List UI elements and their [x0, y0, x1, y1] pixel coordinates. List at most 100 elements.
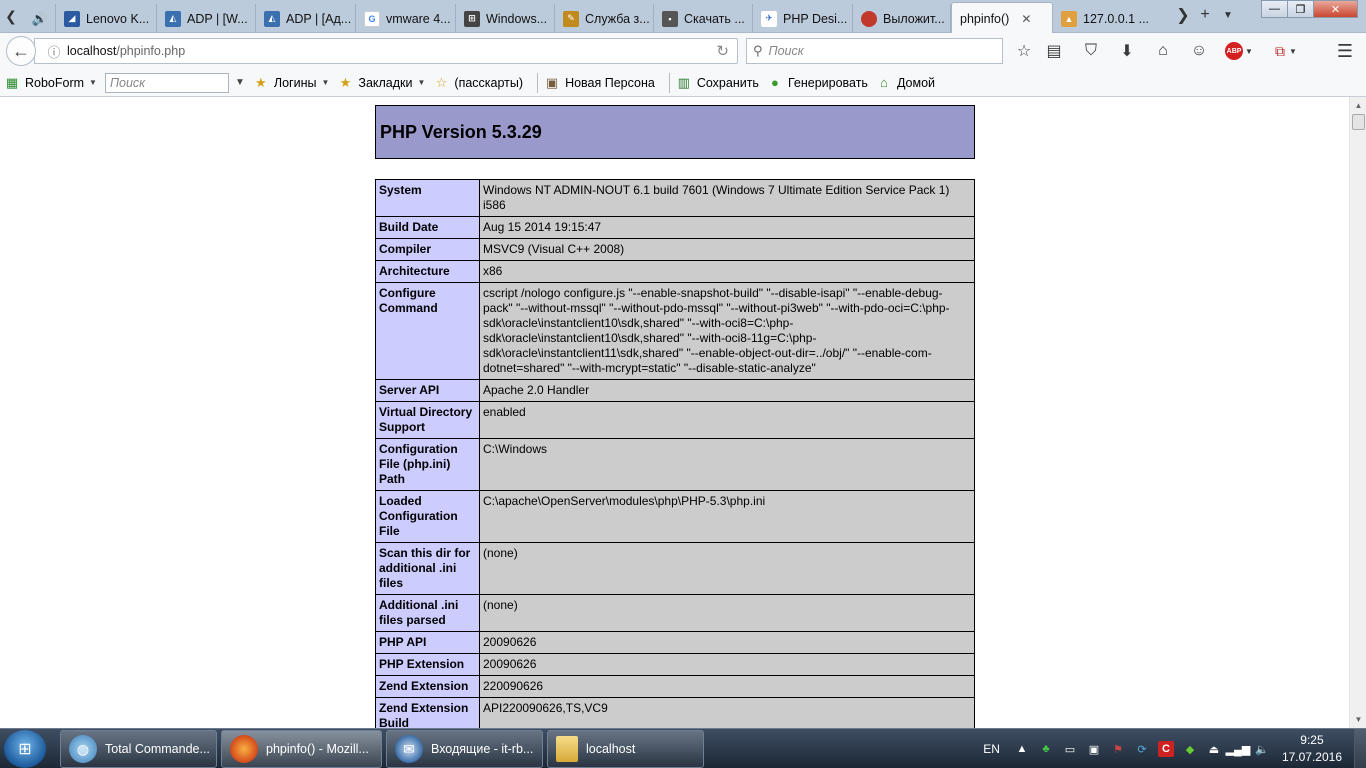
antivirus-icon[interactable]: C — [1157, 741, 1174, 757]
php-version-title: PHP Version 5.3.29 — [380, 121, 542, 142]
tab-upload[interactable]: Выложит... — [853, 4, 951, 33]
separator — [668, 72, 670, 93]
tab-scroll-right-button[interactable]: ❯ — [1172, 4, 1194, 26]
new-persona-label: Новая Персона — [565, 75, 655, 90]
phpinfo-key: Zend Extension Build — [375, 697, 480, 728]
clock[interactable]: 9:25 17.07.2016 — [1282, 732, 1342, 766]
lenovo-icon: ◢ — [64, 10, 80, 27]
usb-device-icon[interactable]: ⏏ — [1206, 741, 1222, 757]
navigation-toolbar: ⓘ localhost/phpinfo.php ↻ ← ⚲ Поиск ☆ ▤ … — [0, 33, 1366, 69]
printer-icon[interactable]: ▣ — [1086, 741, 1102, 757]
tab-download[interactable]: ▪ Скачать ... — [654, 4, 753, 33]
phpinfo-value: Windows NT ADMIN-NOUT 6.1 build 7601 (Wi… — [479, 179, 975, 217]
save-button[interactable]: ▥ Сохранить — [676, 75, 759, 91]
logins-menu[interactable]: ★ Логины ▼ — [253, 75, 329, 91]
taskbar-item-total-commander[interactable]: ◍ Total Commande... — [60, 730, 217, 768]
page-viewport: PHP Version 5.3.29 System Windows NT ADMI… — [0, 97, 1349, 728]
phpinfo-key: System — [375, 179, 480, 217]
roboform-search-input[interactable]: Поиск — [104, 72, 229, 93]
taskbar-item-folder[interactable]: localhost — [547, 730, 704, 768]
monitor-icon[interactable]: ▭ — [1062, 741, 1078, 757]
folder-icon — [556, 736, 578, 762]
language-indicator[interactable]: EN — [983, 742, 1000, 756]
scroll-up-arrow-icon[interactable]: ▲ — [1350, 97, 1366, 114]
close-window-button[interactable]: ✕ — [1313, 0, 1358, 18]
scroll-down-arrow-icon[interactable]: ▼ — [1350, 711, 1366, 728]
network-agent-icon[interactable]: ♣ — [1038, 741, 1054, 757]
scroll-thumb[interactable] — [1352, 114, 1365, 130]
tab-audio[interactable]: 🔊 — [26, 4, 56, 33]
roboform-label: RoboForm — [25, 75, 85, 90]
thunderbird-icon: ✉ — [395, 735, 423, 763]
downloads-icon[interactable]: ⬇ — [1116, 41, 1138, 61]
adp-icon: ◭ — [165, 10, 181, 27]
tab-label: Скачать ... — [684, 11, 745, 26]
page-scrollbar[interactable]: ▲ ▼ — [1349, 97, 1366, 728]
tab-adp-1[interactable]: ◭ ADP | [W... — [157, 4, 256, 33]
generate-button[interactable]: ● Генерировать — [767, 75, 868, 91]
phpinfo-value: x86 — [479, 260, 975, 283]
roboform-search-dropdown[interactable]: ▼ — [235, 77, 245, 88]
reading-list-icon[interactable]: ▤ — [1043, 41, 1065, 61]
passcards-menu[interactable]: ☆ (пасскарты) — [433, 75, 523, 91]
maximize-button[interactable]: ❐ — [1287, 0, 1314, 18]
tab-label: Windows... — [486, 11, 548, 26]
phpinfo-value: Aug 15 2014 19:15:47 — [479, 216, 975, 239]
pocket-icon[interactable]: ⛉ — [1080, 41, 1102, 61]
taskbar-item-thunderbird[interactable]: ✉ Входящие - it-rb... — [386, 730, 543, 768]
show-desktop-button[interactable] — [1354, 729, 1366, 768]
phpinfo-key: Virtual Directory Support — [375, 401, 480, 439]
speaker-icon: 🔊 — [31, 10, 49, 26]
total-commander-icon: ◍ — [69, 735, 97, 763]
minimize-button[interactable]: — — [1261, 0, 1288, 18]
sync-icon[interactable]: ⟳ — [1134, 741, 1150, 757]
start-button[interactable]: ⊞ — [4, 730, 46, 768]
tab-label: Выложит... — [883, 11, 945, 26]
adp-icon: ◭ — [264, 10, 280, 27]
firefox-icon — [230, 735, 258, 763]
new-persona-button[interactable]: ▣ Новая Персона — [544, 75, 655, 91]
roboform-menu[interactable]: ▦ RoboForm ▼ — [4, 75, 97, 91]
tab-phpinfo[interactable]: phpinfo() ✕ — [951, 2, 1053, 34]
home-icon[interactable]: ⌂ — [1152, 41, 1174, 61]
search-bar[interactable]: ⚲ Поиск — [746, 38, 1003, 64]
tab-adp-2[interactable]: ◭ ADP | [Ад... — [256, 4, 356, 33]
hello-chat-icon[interactable]: ☺ — [1188, 41, 1210, 61]
tab-support[interactable]: ✎ Служба з... — [555, 4, 654, 33]
list-all-tabs-button[interactable]: ▼ — [1217, 4, 1239, 26]
phpinfo-key: Loaded Configuration File — [375, 490, 480, 543]
signal-strength-icon[interactable]: ▂▄▆ — [1226, 741, 1251, 757]
phpinfo-table: System Windows NT ADMIN-NOUT 6.1 build 76… — [375, 179, 975, 728]
phpinfo-value: API220090626,TS,VC9 — [479, 697, 975, 728]
taskbar-item-firefox[interactable]: phpinfo() - Mozill... — [221, 730, 382, 768]
tab-vmware[interactable]: G vmware 4... — [356, 4, 456, 33]
phpinfo-key: Configuration File (php.ini) Path — [375, 438, 480, 491]
show-hidden-icons-icon[interactable]: ▲ — [1014, 741, 1030, 757]
adblock-icon[interactable]: ABP ▼ — [1224, 41, 1254, 61]
tab-scroll-left-button[interactable]: ❮ — [0, 4, 22, 28]
phpinfo-key: Zend Extension — [375, 675, 480, 698]
bookmarks-toolbar: ▦ RoboForm ▼ Поиск ▼ ★ Логины ▼ ★ Заклад… — [0, 69, 1366, 97]
pdf-converter-icon[interactable]: ⧉ ▼ — [1270, 41, 1302, 61]
back-button[interactable]: ← — [6, 36, 36, 66]
url-host: localhost — [67, 44, 117, 58]
close-tab-icon[interactable]: ✕ — [1021, 12, 1031, 26]
site-info-icon[interactable]: ⓘ — [41, 42, 67, 61]
green-app-icon[interactable]: ◆ — [1182, 741, 1198, 757]
tab-php-designer[interactable]: ✈ PHP Desi... — [753, 4, 853, 33]
tab-label: ADP | [Ад... — [286, 11, 352, 26]
home-bookmark-button[interactable]: ⌂ Домой — [876, 75, 935, 91]
phpinfo-key: Compiler — [375, 238, 480, 261]
url-bar[interactable]: ⓘ localhost/phpinfo.php ↻ — [34, 38, 738, 64]
menu-icon[interactable]: ☰ — [1334, 41, 1356, 61]
tab-windows[interactable]: ⊞ Windows... — [456, 4, 555, 33]
bookmark-star-icon[interactable]: ☆ — [1013, 41, 1035, 61]
tab-pma[interactable]: ▲ 127.0.0.1 ... — [1053, 4, 1157, 33]
tab-lenovo[interactable]: ◢ Lenovo K... — [56, 4, 157, 33]
reload-icon[interactable]: ↻ — [716, 42, 729, 60]
bookmarks-menu[interactable]: ★ Закладки ▼ — [337, 75, 426, 91]
tab-strip: ❮ 🔊 ◢ Lenovo K... ◭ ADP | [W... ◭ ADP | … — [0, 0, 1366, 34]
flag-icon[interactable]: ⚑ — [1110, 741, 1126, 757]
new-tab-button[interactable]: + — [1194, 4, 1216, 26]
volume-icon[interactable]: 🔈 — [1254, 741, 1270, 757]
